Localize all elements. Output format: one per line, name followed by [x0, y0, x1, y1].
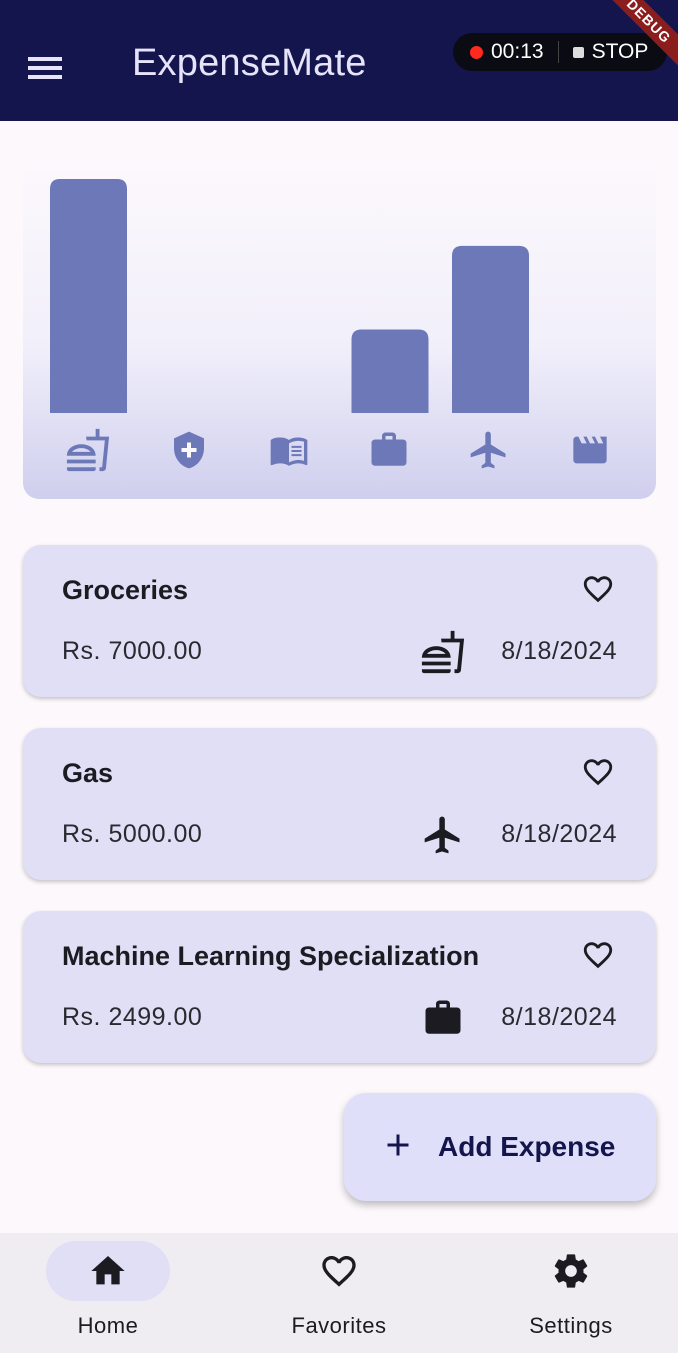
expense-chart-card — [23, 160, 656, 499]
airplane-icon — [420, 812, 466, 858]
gear-icon — [551, 1251, 591, 1291]
home-icon — [88, 1251, 128, 1291]
chart-bar-food — [50, 179, 127, 413]
favorite-button[interactable] — [580, 571, 616, 607]
favorite-button[interactable] — [580, 937, 616, 973]
expense-title: Groceries — [62, 575, 189, 605]
favorite-button[interactable] — [580, 754, 616, 790]
chart-bar-travel — [452, 245, 529, 413]
expense-title: Machine Learning Specialization — [62, 941, 480, 971]
nav-label: Settings — [529, 1313, 613, 1338]
expense-title: Gas — [62, 758, 114, 788]
expense-card[interactable]: Groceries Rs. 7000.00 8/18/2024 — [23, 545, 656, 697]
hamburger-menu-icon — [28, 57, 62, 79]
airplane-icon — [465, 426, 513, 474]
heart-outline-icon — [583, 576, 613, 603]
menu-button[interactable] — [22, 46, 68, 90]
expense-amount: Rs. 7000.00 — [62, 637, 203, 665]
plus-icon — [387, 1134, 409, 1156]
movie-clapper-icon — [566, 426, 614, 474]
add-expense-label: Add Expense — [438, 1131, 616, 1162]
expense-date: 8/18/2024 — [501, 637, 617, 665]
bottom-navigation: Home Favorites Settings — [0, 1233, 678, 1353]
fastfood-icon — [420, 629, 466, 675]
stop-square-icon — [572, 46, 584, 58]
nav-item-favorites[interactable]: Favorites — [239, 1233, 439, 1353]
recording-time: 00:13 — [491, 40, 544, 63]
expense-amount: Rs. 2499.00 — [62, 1003, 203, 1031]
book-icon — [265, 426, 313, 474]
app-title: ExpenseMate — [132, 42, 367, 84]
stop-button-label[interactable]: STOP — [592, 40, 649, 64]
expense-card[interactable]: Gas Rs. 5000.00 8/18/2024 — [23, 728, 656, 880]
heart-outline-icon — [319, 1251, 359, 1291]
recording-dot-icon — [470, 45, 483, 59]
expense-bar-chart — [50, 179, 529, 413]
heart-outline-icon — [583, 942, 613, 969]
heart-outline-icon — [583, 759, 613, 786]
expense-card[interactable]: Machine Learning Specialization Rs. 2499… — [23, 911, 656, 1063]
briefcase-icon — [365, 426, 413, 474]
expense-date: 8/18/2024 — [501, 1003, 617, 1031]
nav-label: Favorites — [291, 1313, 387, 1338]
expense-amount: Rs. 5000.00 — [62, 820, 203, 848]
add-expense-button[interactable]: Add Expense — [344, 1093, 656, 1201]
nav-item-settings[interactable]: Settings — [471, 1233, 671, 1353]
nav-label: Home — [77, 1313, 139, 1338]
expense-date: 8/18/2024 — [501, 820, 617, 848]
fastfood-icon — [64, 426, 112, 474]
briefcase-icon — [420, 995, 466, 1041]
chart-bar-work — [351, 329, 429, 413]
screen-recorder-pill[interactable]: 00:13 STOP — [453, 33, 667, 71]
nav-item-home[interactable]: Home — [8, 1233, 208, 1353]
recorder-divider — [557, 41, 559, 63]
health-shield-icon — [165, 426, 213, 474]
app-bar: ExpenseMate 00:13 STOP DEBUG — [0, 0, 678, 121]
